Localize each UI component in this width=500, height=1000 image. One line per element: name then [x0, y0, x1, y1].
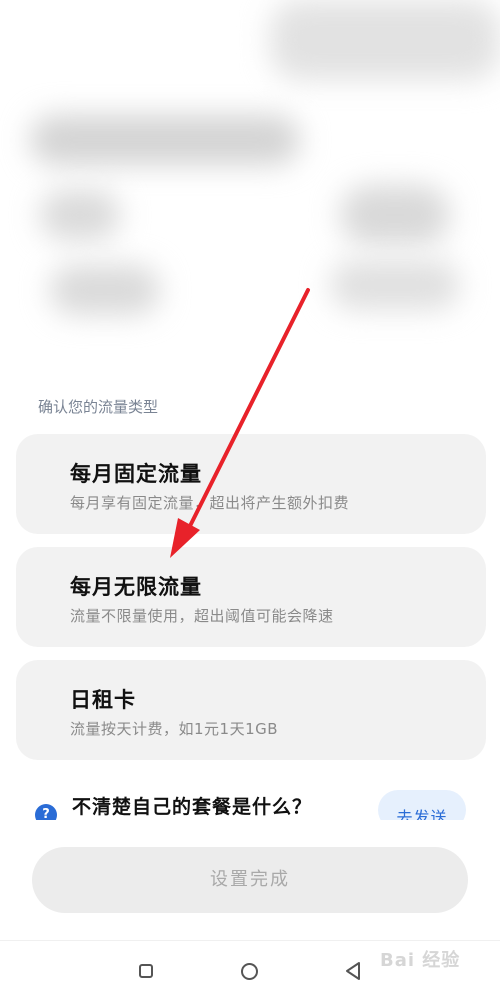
- send-button[interactable]: 去发送: [378, 790, 466, 820]
- plan-card-unlimited[interactable]: 每月无限流量 流量不限量使用，超出阈值可能会降速: [16, 547, 486, 647]
- recent-apps-icon[interactable]: [139, 964, 153, 978]
- help-row: ? 不清楚自己的套餐是什么？ 去发送: [0, 780, 500, 820]
- plan-description: 每月享有固定流量，超出将产生额外扣费: [70, 494, 350, 512]
- setup-complete-button[interactable]: 设置完成: [32, 847, 468, 913]
- watermark: Bai 经验: [380, 950, 461, 971]
- plan-description: 流量按天计费，如1元1天1GB: [70, 720, 279, 738]
- plan-title: 每月无限流量: [70, 575, 202, 599]
- home-icon[interactable]: [241, 963, 258, 980]
- question-icon: ?: [35, 804, 57, 820]
- plan-title: 日租卡: [70, 688, 136, 712]
- plan-title: 每月固定流量: [70, 462, 202, 486]
- back-icon[interactable]: [344, 961, 362, 981]
- plan-description: 流量不限量使用，超出阈值可能会降速: [70, 607, 334, 625]
- plan-card-fixed[interactable]: 每月固定流量 每月享有固定流量，超出将产生额外扣费: [16, 434, 486, 534]
- help-question-text: 不清楚自己的套餐是什么？: [72, 796, 313, 818]
- plan-card-daily[interactable]: 日租卡 流量按天计费，如1元1天1GB: [16, 660, 486, 760]
- section-label: 确认您的流量类型: [38, 398, 159, 416]
- blurred-background: [0, 0, 500, 380]
